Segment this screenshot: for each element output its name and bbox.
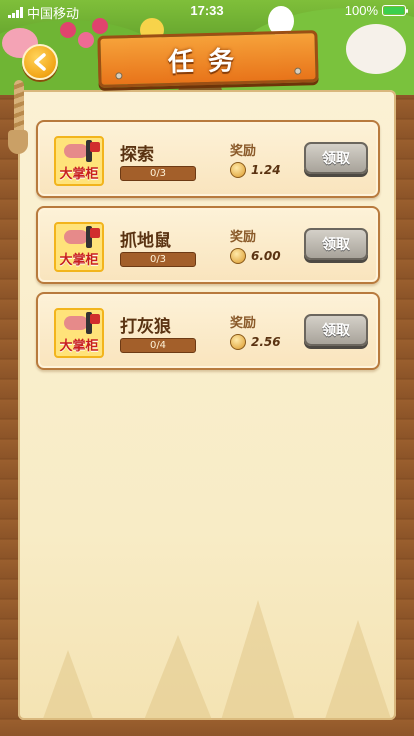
task-name: 打灰狼 [120, 317, 171, 337]
page-title: 任务 [167, 45, 249, 78]
reward-amount: 2.56 [230, 334, 281, 350]
task-progress-bar: 0/4 [120, 338, 196, 353]
status-bar: 中国移动 17:33 100% [0, 0, 414, 22]
task-logo-icon: 大掌柜 [54, 308, 104, 358]
progress-text: 0/3 [149, 168, 167, 179]
coin-icon [230, 162, 246, 178]
flower-icon [78, 32, 94, 48]
logo-text: 大掌柜 [59, 167, 99, 182]
claim-button[interactable]: 领取 [304, 314, 368, 346]
tree-silhouette [28, 650, 108, 720]
claim-button[interactable]: 领取 [304, 228, 368, 260]
task-card-fight-wolf: 大掌柜 打灰狼 0/4 奖励 2.56 领取 [36, 292, 380, 370]
reward-label: 奖励 [230, 144, 257, 159]
coin-icon [230, 248, 246, 264]
task-card-explore: 大掌柜 探索 0/3 奖励 1.24 领取 [36, 120, 380, 198]
reward-amount: 6.00 [230, 248, 281, 264]
task-logo-icon: 大掌柜 [54, 136, 104, 186]
reward-value: 6.00 [251, 249, 281, 263]
tree-silhouette [318, 620, 396, 720]
task-card-catch-mole: 大掌柜 抓地鼠 0/3 奖励 6.00 领取 [36, 206, 380, 284]
task-logo-icon: 大掌柜 [54, 222, 104, 272]
status-right: 100% [344, 3, 408, 18]
back-button[interactable] [22, 44, 58, 80]
logo-text: 大掌柜 [59, 339, 99, 354]
battery-fill [384, 7, 404, 14]
task-name: 抓地鼠 [120, 231, 171, 251]
coin-icon [230, 334, 246, 350]
title-banner: 任务 [97, 30, 319, 88]
reward-label: 奖励 [230, 316, 257, 331]
battery-icon [382, 5, 408, 16]
reward-amount: 1.24 [230, 162, 281, 178]
reward-value: 1.24 [251, 163, 281, 177]
battery-percent: 100% [344, 3, 378, 18]
task-name: 探索 [120, 145, 154, 165]
chevron-left-icon [34, 53, 46, 71]
logo-text: 大掌柜 [59, 253, 99, 268]
tree-silhouette [138, 635, 218, 720]
rope-tassel [8, 130, 28, 154]
progress-text: 0/3 [149, 254, 167, 265]
claim-button[interactable]: 领取 [304, 142, 368, 174]
progress-text: 0/4 [149, 340, 167, 351]
tree-silhouette [218, 600, 298, 720]
flower-icon [60, 22, 76, 38]
task-progress-bar: 0/3 [120, 166, 196, 181]
task-progress-bar: 0/3 [120, 252, 196, 267]
cow-icon [346, 24, 406, 74]
reward-label: 奖励 [230, 230, 257, 245]
reward-value: 2.56 [251, 335, 281, 349]
